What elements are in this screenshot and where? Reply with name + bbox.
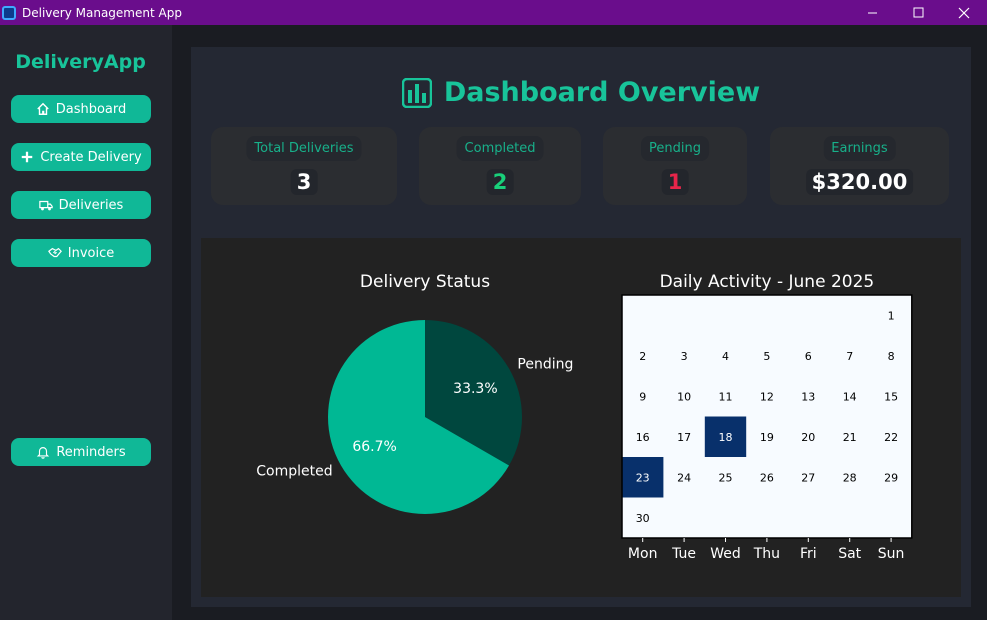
window-title: Delivery Management App: [22, 5, 182, 20]
close-button[interactable]: [941, 0, 987, 25]
stat-label: Total Deliveries: [246, 136, 362, 161]
heatmap-day-label: 5: [763, 350, 770, 363]
dashboard-panel: Dashboard Overview Total Deliveries 3 Co…: [191, 47, 971, 607]
heatmap-background: [622, 295, 912, 538]
heatmap-day-label: 17: [677, 431, 691, 444]
handshake-icon: [47, 247, 62, 258]
sidebar-item-deliveries[interactable]: Deliveries: [11, 191, 151, 219]
heatmap-day-label: 21: [843, 431, 857, 444]
page-title: Dashboard Overview: [191, 77, 971, 108]
heatmap-day-label: 24: [677, 471, 691, 484]
heatmap-day-label: 6: [805, 350, 812, 363]
stat-value: 1: [661, 169, 689, 195]
heatmap-weekday-label: Thu: [753, 546, 780, 562]
stat-card-completed: Completed 2: [419, 127, 581, 205]
heatmap-day-label: 25: [719, 471, 733, 484]
heatmap-day-label: 19: [760, 431, 774, 444]
window-titlebar: Delivery Management App: [0, 0, 987, 25]
heatmap-day-label: 16: [636, 431, 650, 444]
truck-icon: [38, 200, 53, 211]
heatmap-day-label: 10: [677, 390, 691, 403]
heatmap-day-label: 9: [639, 390, 646, 403]
bar-chart-icon: [401, 77, 432, 108]
sidebar-item-invoice[interactable]: Invoice: [11, 239, 151, 267]
heatmap-day-label: 1: [888, 309, 895, 322]
sidebar-item-label: Create Delivery: [40, 149, 142, 165]
heatmap-day-label: 27: [801, 471, 815, 484]
heatmap-weekday-label: Mon: [628, 546, 658, 562]
minimize-icon: [867, 12, 877, 14]
heatmap-day-label: 15: [884, 390, 898, 403]
stat-label: Pending: [641, 136, 709, 161]
close-icon: [958, 7, 970, 18]
heatmap-weekday-label: Sat: [838, 546, 861, 562]
stat-card-earnings: Earnings $320.00: [770, 127, 949, 205]
sidebar: DeliveryApp Dashboard Create Delivery De…: [0, 25, 172, 620]
stat-value: 2: [486, 169, 514, 195]
heatmap-weekday-label: Fri: [800, 546, 817, 562]
sidebar-item-dashboard[interactable]: Dashboard: [11, 95, 151, 123]
heatmap-day-label: 11: [719, 390, 733, 403]
sidebar-item-label: Invoice: [67, 245, 115, 261]
heatmap-title: Daily Activity - June 2025: [660, 272, 875, 292]
heatmap-day-label: 26: [760, 471, 774, 484]
sidebar-item-reminders[interactable]: Reminders: [11, 438, 151, 466]
heatmap-day-label: 23: [636, 471, 650, 484]
main-area: Dashboard Overview Total Deliveries 3 Co…: [172, 25, 987, 620]
heatmap-day-label: 13: [801, 390, 815, 403]
sidebar-item-label: Reminders: [56, 444, 126, 460]
pie-percent-label: 33.3%: [453, 381, 497, 397]
app-icon: [2, 5, 16, 20]
stat-label: Earnings: [823, 136, 896, 161]
minimize-button[interactable]: [849, 0, 895, 25]
heatmap-day-label: 30: [636, 512, 650, 525]
heatmap-day-label: 2: [639, 350, 646, 363]
heatmap-day-label: 29: [884, 471, 898, 484]
maximize-button[interactable]: [895, 0, 941, 25]
sidebar-item-create-delivery[interactable]: Create Delivery: [11, 143, 151, 171]
bell-icon: [37, 447, 50, 459]
brand-title: DeliveryApp: [15, 51, 146, 73]
home-icon: [36, 102, 49, 115]
sidebar-item-label: Deliveries: [58, 197, 124, 213]
heatmap-day-label: 22: [884, 431, 898, 444]
heatmap-weekday-label: Sun: [878, 546, 905, 562]
heatmap-day-label: 14: [843, 390, 857, 403]
stat-value: $320.00: [805, 169, 914, 195]
stat-label: Completed: [456, 136, 544, 161]
charts-canvas: Delivery Status 33.3% Pending 66.7% Complete…: [256, 272, 913, 562]
heatmap-day-label: 8: [888, 350, 895, 363]
heatmap-day-label: 3: [681, 350, 688, 363]
stat-value: 3: [290, 169, 318, 195]
pie-slice-label: Completed: [256, 463, 332, 479]
heatmap-weekday-label: Tue: [671, 546, 696, 562]
page-title-text: Dashboard Overview: [443, 77, 761, 108]
heatmap-day-label: 7: [846, 350, 853, 363]
plus-icon: [22, 151, 33, 163]
heatmap-weekday-label: Wed: [710, 546, 741, 562]
heatmap-day-label: 18: [719, 431, 733, 444]
charts-area: Delivery Status 33.3% Pending 66.7% Complete…: [201, 238, 961, 597]
pie-title: Delivery Status: [360, 272, 490, 292]
pie-percent-label: 66.7%: [352, 439, 396, 455]
heatmap-day-label: 4: [722, 350, 729, 363]
heatmap-day-label: 20: [801, 431, 815, 444]
sidebar-item-label: Dashboard: [55, 101, 127, 117]
pie-slice-label: Pending: [517, 357, 573, 373]
heatmap-day-label: 12: [760, 390, 774, 403]
stat-card-pending: Pending 1: [603, 127, 747, 205]
stat-card-total-deliveries: Total Deliveries 3: [211, 127, 397, 205]
maximize-icon: [913, 7, 923, 18]
heatmap-day-label: 28: [843, 471, 857, 484]
